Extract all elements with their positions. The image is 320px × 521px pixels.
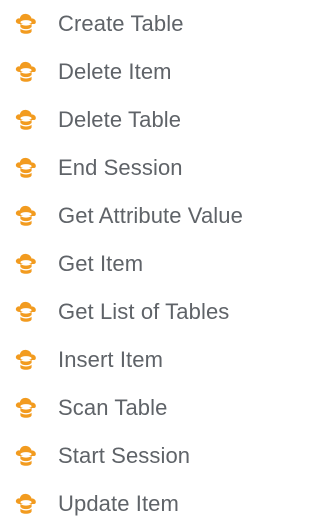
list-item-label: Scan Table [58, 395, 168, 420]
cloud-database-icon [15, 301, 36, 322]
list-item-update-item[interactable]: Update Item [0, 480, 291, 521]
list-item-label: Update Item [58, 491, 179, 516]
list-item-label: Get Item [58, 251, 144, 276]
list-item-create-table[interactable]: Create Table [0, 0, 291, 48]
list-item-label: End Session [58, 155, 183, 180]
cloud-database-icon [15, 13, 36, 34]
list-item-label: Start Session [58, 443, 191, 468]
cloud-database-icon [15, 253, 36, 274]
list-item-delete-table[interactable]: Delete Table [0, 96, 291, 144]
cloud-database-icon [15, 157, 36, 178]
list-item-delete-item[interactable]: Delete Item [0, 48, 291, 96]
cloud-database-icon [15, 61, 36, 82]
list-item-label: Delete Table [58, 107, 182, 132]
list-item-get-attribute-value[interactable]: Get Attribute Value [0, 192, 291, 240]
list-item-label: Create Table [58, 11, 184, 36]
list-item-end-session[interactable]: End Session [0, 144, 291, 192]
list-item-start-session[interactable]: Start Session [0, 432, 291, 480]
list-item-get-list-of-tables[interactable]: Get List of Tables [0, 288, 291, 336]
list-item-insert-item[interactable]: Insert Item [0, 336, 291, 384]
action-list: Create Table Delete Item Delete Table En… [0, 0, 291, 521]
cloud-database-icon [15, 109, 36, 130]
list-item-get-item[interactable]: Get Item [0, 240, 291, 288]
list-item-label: Insert Item [58, 347, 164, 372]
cloud-database-icon [15, 493, 36, 514]
list-item-label: Get List of Tables [58, 299, 230, 324]
cloud-database-icon [15, 349, 36, 370]
list-item-scan-table[interactable]: Scan Table [0, 384, 291, 432]
list-item-label: Get Attribute Value [58, 203, 243, 228]
cloud-database-icon [15, 205, 36, 226]
cloud-database-icon [15, 397, 36, 418]
cloud-database-icon [15, 445, 36, 466]
list-item-label: Delete Item [58, 59, 172, 84]
